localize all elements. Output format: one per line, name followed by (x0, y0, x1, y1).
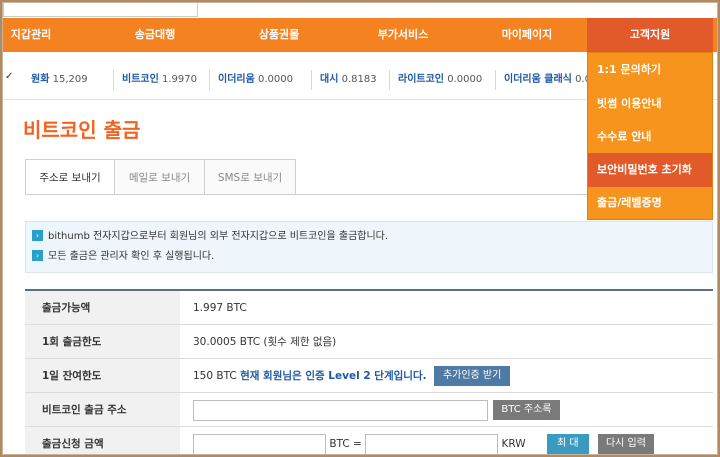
form-row-address: 비트코인 출금 주소 BTC 주소록 (25, 393, 713, 427)
limit-once-label: 1회 출금한도 (25, 325, 180, 358)
notice-text: 모든 출금은 관리자 확인 후 실행됩니다. (48, 251, 215, 262)
form-row-limit-day: 1일 잔여한도 150 BTC 현재 회원님은 인증 Level 2 단계입니다… (25, 359, 713, 393)
form-row-available: 출금가능액 1.997 BTC (25, 291, 713, 325)
form-row-amount: 출금신청 금액 BTC = KRW 최 대 다시 입력 (25, 427, 713, 454)
page-title: 비트코인 출금 (23, 118, 141, 142)
limit-day-value: 150 BTC (193, 370, 237, 382)
notice-item: › 모든 출금은 관리자 확인 후 실행됩니다. (32, 249, 214, 265)
ticker-price: 15,209 (52, 74, 88, 85)
notice-item: › bithumb 전자지갑으로부터 회원님의 외부 전자지갑으로 비트코인을 출… (32, 229, 388, 245)
check-icon: ✓ (5, 71, 14, 82)
ticker-item[interactable]: 라이트코인 0.0000 (389, 70, 482, 90)
ticker-name: 비트코인 (122, 74, 159, 85)
ticker-price: 1.9970 (162, 74, 197, 85)
nav-item-mypage[interactable]: 마이페이지 (485, 18, 569, 52)
form-row-limit-once: 1회 출금한도 30.0005 BTC (횟수 제한 없음) (25, 325, 713, 359)
available-value: 1.997 BTC (193, 302, 247, 314)
amount-cell: BTC = KRW 최 대 다시 입력 (193, 427, 654, 454)
ticker-item[interactable]: 대시 0.8183 (311, 70, 377, 90)
notice-text: bithumb 전자지갑으로부터 회원님의 외부 전자지갑으로 비트코인을 출금… (48, 231, 389, 242)
ticker-price: 0.0000 (258, 74, 293, 85)
nav-item-wallet[interactable]: 지갑관리 (3, 18, 59, 52)
available-label: 출금가능액 (25, 291, 180, 324)
dropdown-item-reset-security-pw[interactable]: 보안비밀번호 초기화 (588, 153, 712, 187)
btc-address-book-button[interactable]: BTC 주소록 (493, 400, 560, 420)
app-frame: 지갑관리 송금대행 상품권몰 부가서비스 마이페이지 고객지원 ✓ 원화 15,… (2, 2, 718, 455)
ticker-item[interactable]: 비트코인 1.9970 (113, 70, 197, 90)
ticker-name: 라이트코인 (398, 74, 444, 85)
top-search-box[interactable] (3, 3, 198, 17)
limit-day-label: 1일 잔여한도 (25, 359, 180, 392)
limit-day-cell: 150 BTC 현재 회원님은 인증 Level 2 단계입니다. 추가인증 받… (193, 359, 511, 392)
ticker-item[interactable]: 이더리움 클래식 0.0 (495, 70, 591, 90)
ticker-item[interactable]: 이더리움 0.0000 (209, 70, 293, 90)
tab-email[interactable]: 메일로 보내기 (114, 159, 205, 195)
ticker-price: 0.0000 (447, 74, 483, 85)
limit-once-value: 30.0005 BTC (횟수 제한 없음) (193, 336, 337, 348)
extra-auth-button[interactable]: 추가인증 받기 (433, 366, 511, 386)
withdraw-form: 출금가능액 1.997 BTC 1회 출금한도 30.0005 BTC (횟수 … (25, 289, 713, 454)
nav-item-remittance[interactable]: 송금대행 (115, 18, 195, 52)
dropdown-item-withdraw-level-proof[interactable]: 출금/레벨증명 (588, 186, 712, 220)
ticker-name: 원화 (31, 74, 50, 85)
reset-button[interactable]: 다시 입력 (597, 434, 654, 454)
chevron-right-icon: › (32, 249, 43, 261)
address-cell: BTC 주소록 (193, 393, 560, 426)
max-button[interactable]: 최 대 (547, 434, 589, 454)
dropdown-item-guide[interactable]: 빗썸 이용안내 (588, 87, 712, 121)
tab-address[interactable]: 주소로 보내기 (25, 159, 115, 195)
ticker-name: 이더리움 (218, 74, 255, 85)
address-input[interactable] (193, 399, 488, 421)
amount-label: 출금신청 금액 (25, 427, 180, 454)
nav-item-customer-support[interactable]: 고객지원 (587, 18, 713, 52)
tab-sms[interactable]: SMS로 보내기 (204, 159, 296, 195)
ticker-item[interactable]: 원화 15,209 (31, 70, 88, 90)
notice-box: › bithumb 전자지갑으로부터 회원님의 외부 전자지갑으로 비트코인을 출… (25, 221, 713, 273)
auth-level-note: 현재 회원님은 인증 Level 2 단계입니다. (240, 370, 427, 382)
main-nav: 지갑관리 송금대행 상품권몰 부가서비스 마이페이지 고객지원 (3, 18, 717, 52)
btc-amount-input[interactable] (193, 433, 326, 454)
nav-item-extra-services[interactable]: 부가서비스 (361, 18, 445, 52)
customer-support-dropdown: 1:1 문의하기 빗썸 이용안내 수수료 안내 보안비밀번호 초기화 출금/레벨… (587, 52, 713, 220)
dropdown-item-inquiry[interactable]: 1:1 문의하기 (588, 53, 712, 87)
address-label: 비트코인 출금 주소 (25, 393, 180, 426)
chevron-right-icon: › (32, 229, 43, 241)
nav-item-giftcard-mall[interactable]: 상품권몰 (239, 18, 319, 52)
ticker-name: 이더리움 클래식 (504, 74, 572, 85)
dropdown-item-fees[interactable]: 수수료 안내 (588, 120, 712, 154)
ticker-price: 0.8183 (341, 74, 377, 85)
krw-amount-input[interactable] (365, 433, 499, 454)
krw-label: KRW (501, 438, 526, 450)
btc-equals-label: BTC = (329, 438, 362, 450)
ticker-name: 대시 (320, 74, 339, 85)
